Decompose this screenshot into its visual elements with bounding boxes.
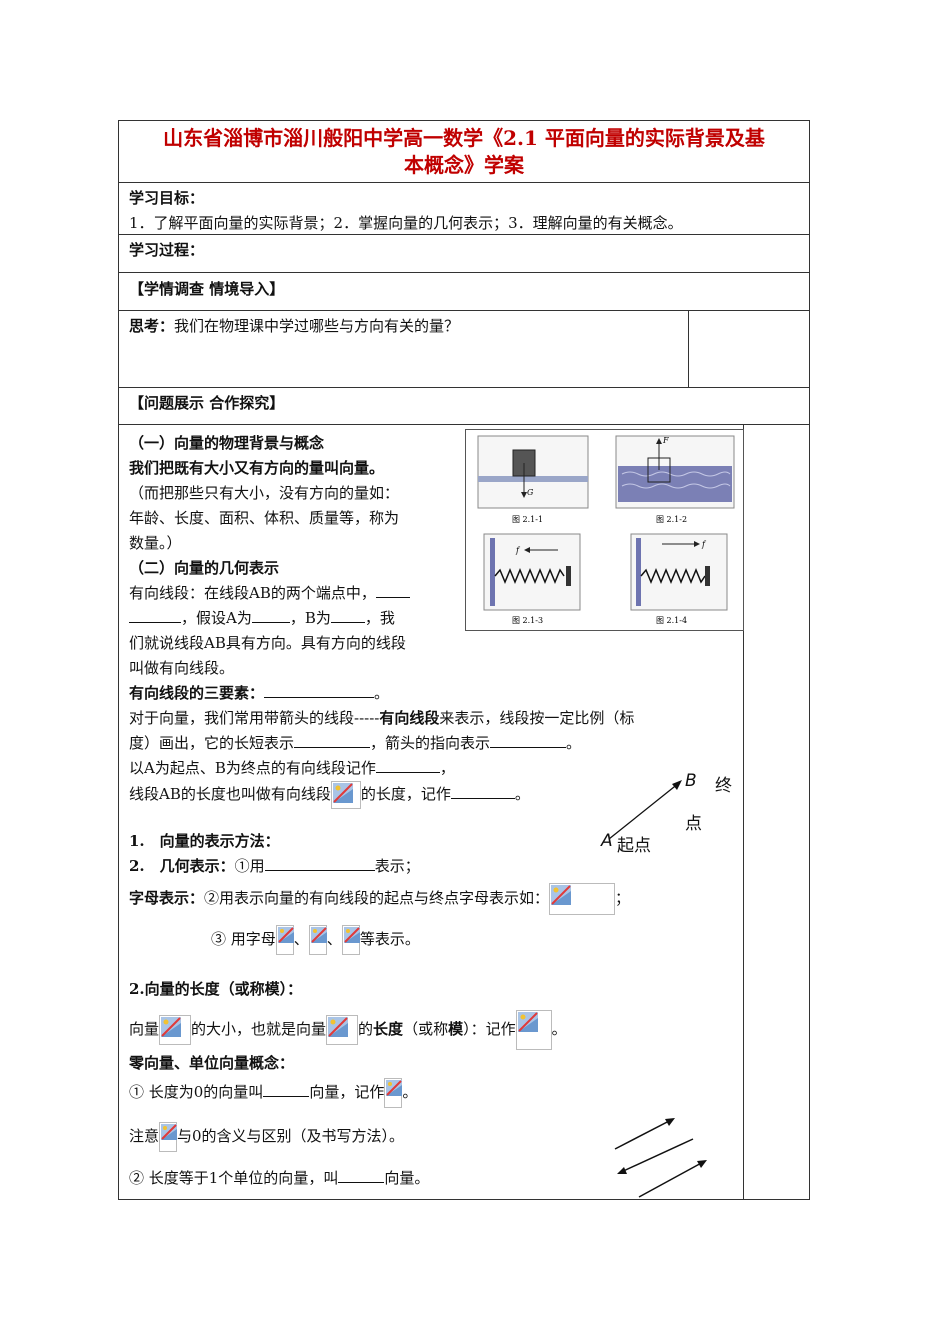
- fig2-water: [618, 466, 732, 502]
- parallel-vectors-svg: [614, 1118, 707, 1198]
- directed-segment-line-1: 有向线段：在线段AB的两个端点中，: [119, 581, 459, 606]
- fig1-floor: [478, 476, 588, 482]
- blank-length-notation[interactable]: [450, 784, 515, 799]
- fig3-end: [566, 566, 571, 586]
- image-placeholder-icon: [277, 927, 294, 943]
- blank-1[interactable]: [375, 583, 410, 598]
- representation-methods: 1. 向量的表示方法： 2. 几何表示：①用 表示； 字母表示：②用表示向量的有向…: [119, 829, 739, 955]
- blank-start[interactable]: [251, 608, 290, 623]
- vector-definition: 我们把既有大小又有方向的量叫向量。: [129, 459, 385, 477]
- blank-notation[interactable]: [375, 758, 440, 773]
- directed-segment-line-4: 叫做有向线段。: [129, 659, 235, 677]
- section1: （一）向量的物理背景与概念 我们把既有大小又有方向的量叫向量。 （而把那些只有大…: [119, 431, 459, 681]
- fig4-frame: [630, 533, 728, 611]
- vector-a-image: [275, 925, 294, 955]
- magnitude-notation-image: [515, 1010, 552, 1050]
- scalar-note-3: 数量。）: [129, 534, 182, 552]
- image-placeholder-icon: [161, 1124, 178, 1140]
- main-content: F G 图 2.1-1 图 2.1-2 f 图 2.1-3 f 图 2.1-4 …: [118, 425, 810, 1200]
- blank-length[interactable]: [294, 733, 371, 748]
- blank-2[interactable]: [129, 608, 181, 623]
- image-placeholder-icon: [551, 885, 572, 905]
- image-placeholder-icon: [517, 1012, 538, 1032]
- think-text: 我们在物理课中学过哪些与方向有关的量？: [174, 317, 460, 335]
- think-label: 思考：: [129, 317, 175, 335]
- vector-ab-image-3: [326, 1015, 359, 1045]
- image-placeholder-icon: [343, 927, 360, 943]
- zero-vector-image-2: [159, 1122, 178, 1152]
- think-row: 思考：我们在物理课中学过哪些与方向有关的量？: [118, 311, 810, 388]
- fig1-caption: 图 2.1-1: [512, 515, 543, 524]
- zero-vector-line: ① 长度为0的向量叫 向量，记作。: [119, 1078, 739, 1108]
- image-placeholder-icon: [310, 927, 327, 943]
- title-line-1: 山东省淄博市淄川般阳中学高一数学《2.1 平面向量的实际背景及基: [163, 126, 765, 150]
- para-2: 度）画出，它的长短表示 ，箭头的指向表示。: [129, 733, 582, 752]
- fig4-wall: [636, 538, 641, 606]
- vector-arrow-2: [618, 1138, 694, 1174]
- fig3-caption: 图 2.1-3: [512, 616, 543, 625]
- end-label-1: 终: [715, 776, 732, 796]
- image-placeholder-icon: [161, 1017, 182, 1037]
- directed-segment-line-3: 们就说线段AB具有方向。具有方向的线段: [129, 634, 406, 652]
- section2-heading: （二）向量的几何表示: [129, 559, 280, 577]
- physics-figures-svg: F G 图 2.1-1 图 2.1-2 f 图 2.1-3 f 图 2.1-4: [477, 435, 735, 625]
- vector-arrow-1: [614, 1118, 674, 1150]
- fig2-force-label: F: [662, 436, 669, 445]
- think-answer-divider: [688, 311, 689, 387]
- blank-geometric[interactable]: [264, 856, 375, 871]
- blank-unit-vector[interactable]: [338, 1168, 385, 1183]
- vector-ab-image-2: [159, 1015, 192, 1045]
- think-line: 思考：我们在物理课中学过哪些与方向有关的量？: [119, 314, 809, 339]
- image-placeholder-icon: [386, 1080, 403, 1096]
- vector-length: 2.向量的长度（或称模）： 向量 的大小，也就是向量 的长度（或称模）：记作。: [119, 977, 739, 1050]
- fig1-gravity-label: G: [527, 488, 534, 497]
- lowercase-letters: ③ 用字母、、等表示。: [119, 925, 739, 955]
- para-1: 对于向量，我们常用带箭头的线段-----有向线段来表示，线段按一定比例（标: [129, 709, 635, 727]
- letter-representation: 字母表示：②用表示向量的有向线段的起点与终点字母表示如：；: [119, 883, 739, 915]
- blank-direction[interactable]: [490, 733, 567, 748]
- parallel-vectors-figure: [609, 1109, 739, 1199]
- section1-heading: （一）向量的物理背景与概念: [129, 434, 325, 452]
- physics-figures: F G 图 2.1-1 图 2.1-2 f 图 2.1-3 f 图 2.1-4: [465, 429, 744, 631]
- scalar-note-2: 年龄、长度、面积、体积、质量等，称为: [129, 509, 400, 527]
- process-row: 学习过程：: [118, 235, 810, 273]
- document-title: 山东省淄博市淄川般阳中学高一数学《2.1 平面向量的实际背景及基 本概念》学案: [118, 120, 810, 183]
- geometric-representation: 2. 几何表示：①用 表示；: [129, 856, 420, 875]
- arrow-ab-head: [672, 780, 682, 790]
- process-heading: 学习过程：: [129, 241, 205, 259]
- goals-text: 1．了解平面向量的实际背景；2．掌握向量的几何表示；3．理解向量的有关概念。: [129, 214, 683, 232]
- zero-unit-heading: 零向量、单位向量概念：: [129, 1054, 295, 1072]
- explore-heading: 【问题展示 合作探究】: [129, 394, 285, 412]
- three-elements-line: 有向线段的三要素：。: [129, 683, 390, 702]
- fig2-caption: 图 2.1-2: [656, 515, 687, 524]
- image-placeholder-icon: [332, 783, 353, 803]
- methods-heading: 1. 向量的表示方法：: [129, 832, 280, 850]
- blank-zero-vector[interactable]: [263, 1082, 310, 1097]
- vector-c-image: [341, 925, 360, 955]
- vector-b-image: [308, 925, 327, 955]
- survey-row: 【学情调查 情境导入】: [118, 273, 810, 311]
- goals-row: 学习目标： 1．了解平面向量的实际背景；2．掌握向量的几何表示；3．理解向量的有…: [118, 183, 810, 235]
- scalar-note-1: （而把那些只有大小，没有方向的量如：: [129, 484, 400, 502]
- blank-three-elements[interactable]: [264, 683, 375, 698]
- point-b-label: B: [685, 771, 697, 791]
- directed-segment-line-2: ，假设A为 ，B为 ，我: [119, 606, 459, 631]
- vector-arrow-2-head: [617, 1167, 627, 1174]
- length-definition: 向量 的大小，也就是向量 的长度（或称模）：记作。: [119, 1010, 739, 1050]
- vector-ab-notation-image: [549, 883, 616, 915]
- vector-arrow-3: [638, 1160, 706, 1198]
- zero-vector-image: [384, 1078, 403, 1108]
- worksheet: 山东省淄博市淄川般阳中学高一数学《2.1 平面向量的实际背景及基 本概念》学案 …: [118, 120, 810, 1200]
- vector-ab-image: [330, 781, 361, 809]
- fig3-wall: [490, 538, 495, 606]
- explore-row: 【问题展示 合作探究】: [118, 388, 810, 425]
- goals-heading: 学习目标：: [129, 189, 205, 207]
- fig4-caption: 图 2.1-4: [656, 616, 687, 625]
- survey-heading: 【学情调查 情境导入】: [129, 280, 285, 298]
- fig4-end: [705, 566, 710, 586]
- length-heading: 2.向量的长度（或称模）：: [129, 980, 303, 998]
- blank-end[interactable]: [330, 608, 365, 623]
- image-placeholder-icon: [328, 1017, 349, 1037]
- title-line-2: 本概念》学案: [404, 153, 524, 177]
